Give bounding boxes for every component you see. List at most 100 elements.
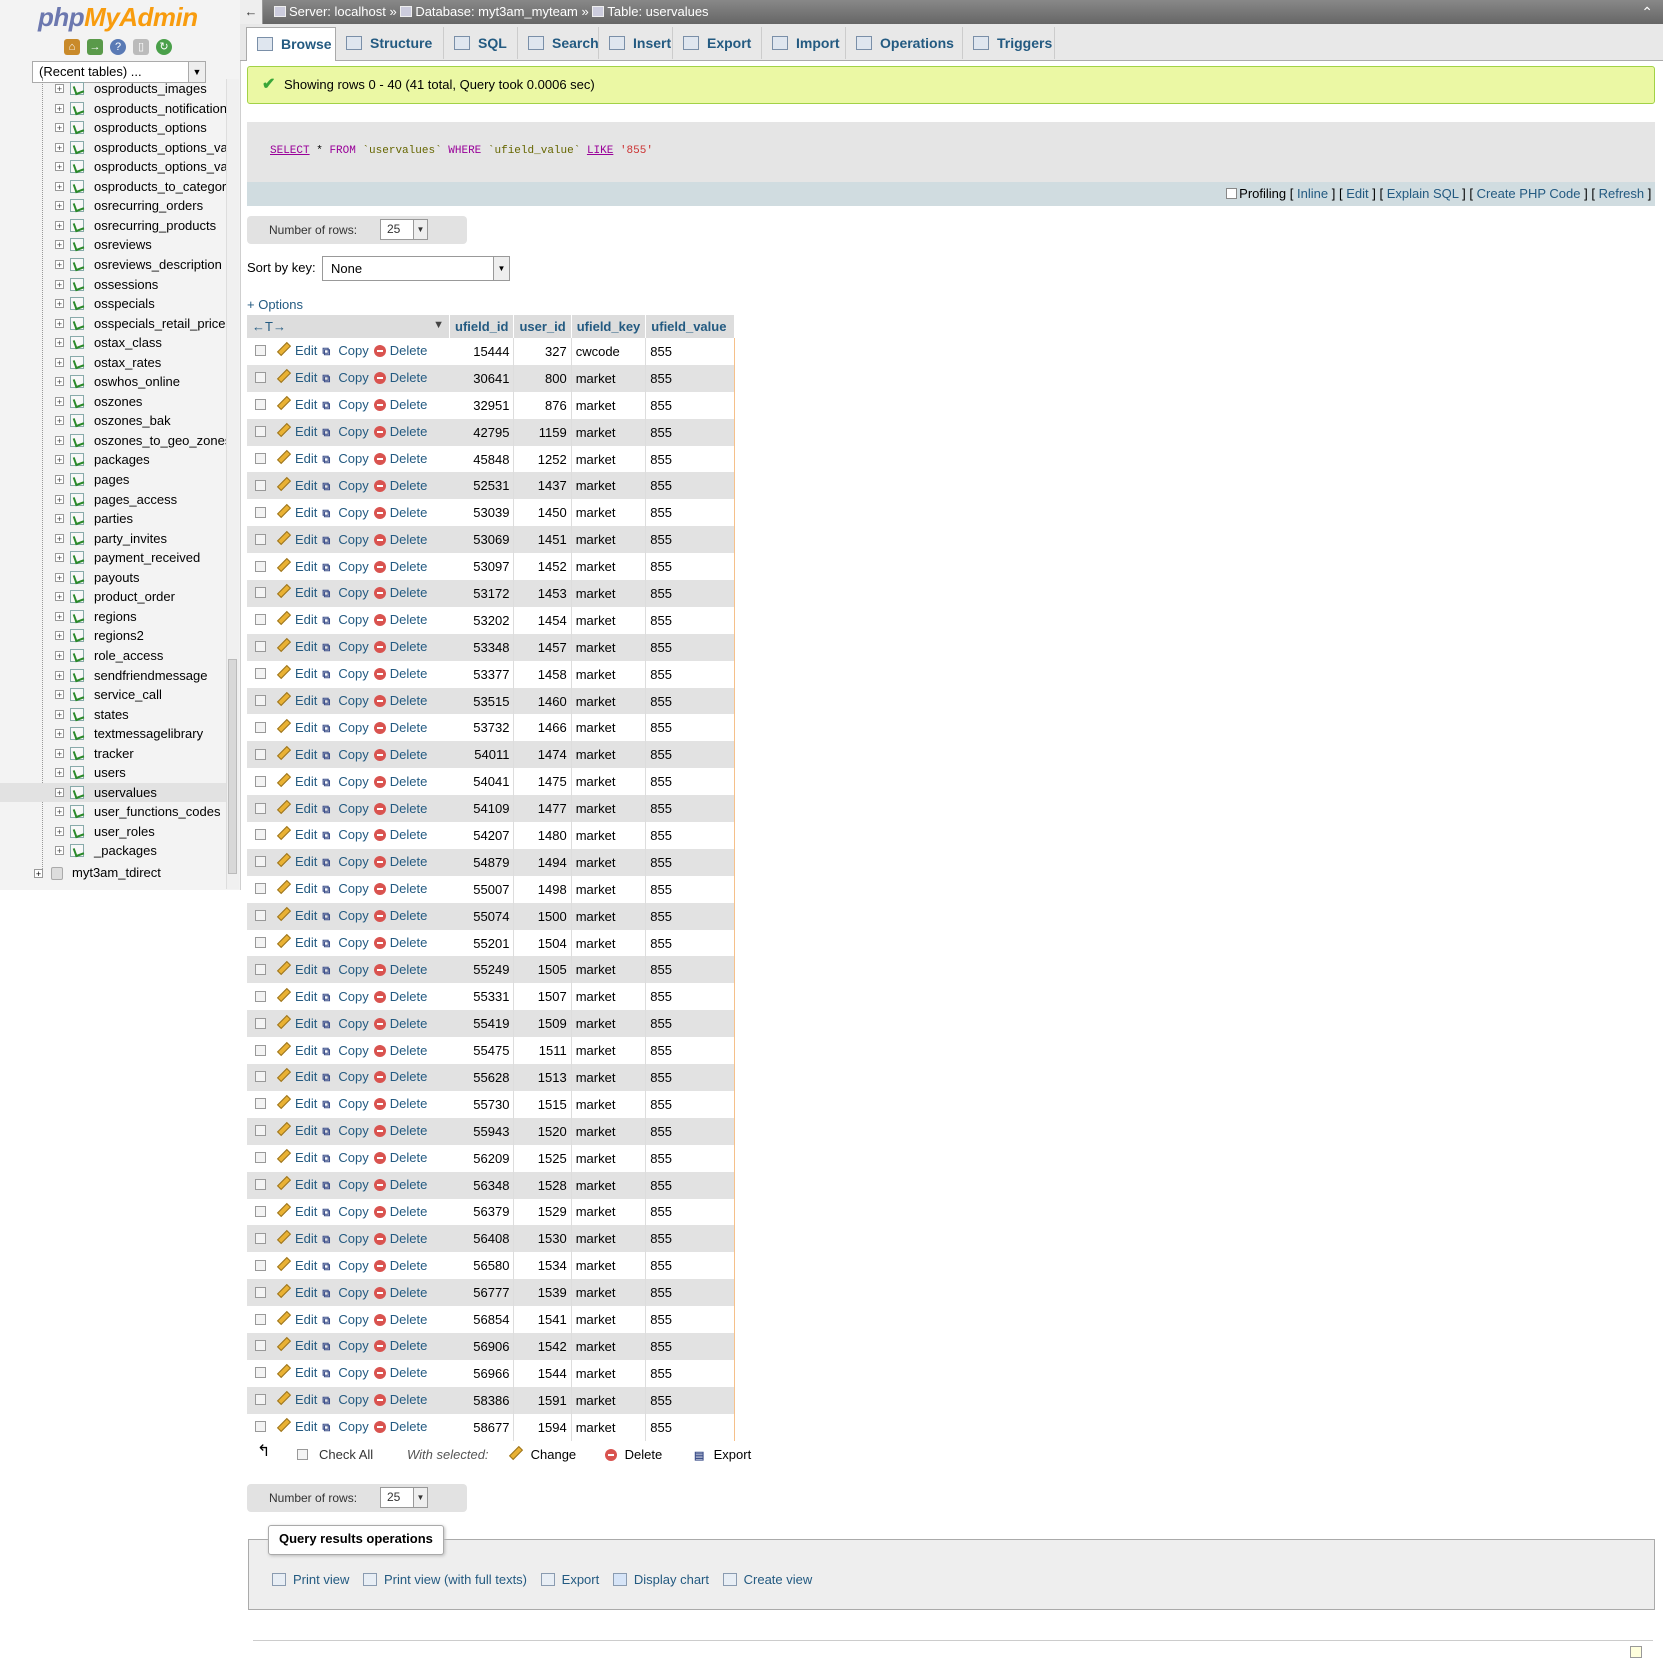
- copy-button[interactable]: ⧉ Copy: [322, 1150, 368, 1165]
- delete-button[interactable]: Delete: [373, 1177, 427, 1192]
- cell-ufield-value[interactable]: 855: [645, 902, 736, 930]
- edit-button[interactable]: Edit: [276, 1149, 317, 1165]
- logout-icon[interactable]: →: [87, 39, 103, 55]
- copy-button[interactable]: ⧉ Copy: [322, 1231, 368, 1246]
- edit-button[interactable]: Edit: [276, 880, 317, 896]
- edit-button[interactable]: Edit: [276, 665, 317, 681]
- cell-user-id[interactable]: 1507: [513, 983, 572, 1011]
- console-icon[interactable]: [1630, 1646, 1642, 1658]
- delete-button[interactable]: Delete: [373, 908, 427, 923]
- cell-ufield-key[interactable]: market: [571, 1225, 647, 1253]
- copy-button[interactable]: ⧉ Copy: [322, 532, 368, 547]
- copy-button[interactable]: ⧉ Copy: [322, 935, 368, 950]
- cell-user-id[interactable]: 876: [513, 391, 572, 419]
- copy-button[interactable]: ⧉ Copy: [322, 1069, 368, 1084]
- delete-button[interactable]: Delete: [373, 343, 427, 358]
- cell-ufield-id[interactable]: 42795: [449, 418, 515, 446]
- copy-button[interactable]: ⧉ Copy: [322, 693, 368, 708]
- cell-ufield-id[interactable]: 53097: [449, 553, 515, 581]
- tab-operations[interactable]: Operations: [846, 27, 963, 59]
- cell-user-id[interactable]: 1534: [513, 1252, 572, 1280]
- copy-button[interactable]: ⧉ Copy: [322, 1285, 368, 1300]
- edit-button[interactable]: Edit: [276, 1256, 317, 1273]
- copy-button[interactable]: ⧉ Copy: [322, 774, 368, 789]
- expand-icon[interactable]: +: [55, 650, 64, 660]
- delete-button[interactable]: Delete: [373, 1392, 427, 1407]
- cell-ufield-key[interactable]: market: [571, 526, 647, 554]
- cell-ufield-value[interactable]: 855: [645, 1010, 736, 1038]
- edit-button[interactable]: Edit: [276, 772, 317, 789]
- cell-ufield-id[interactable]: 55249: [449, 956, 515, 984]
- cell-ufield-key[interactable]: market: [571, 1198, 647, 1226]
- copy-button[interactable]: ⧉ Copy: [322, 1096, 368, 1111]
- tree-table-item[interactable]: + osspecials: [0, 294, 226, 314]
- copy-button[interactable]: ⧉ Copy: [322, 585, 368, 600]
- number-of-rows-select-bottom[interactable]: 25 ▼: [380, 1487, 428, 1508]
- cell-ufield-id[interactable]: 55331: [449, 983, 515, 1011]
- tree-table-item[interactable]: + oszones_to_geo_zones: [0, 431, 226, 451]
- copy-button[interactable]: ⧉ Copy: [322, 827, 368, 842]
- delete-button[interactable]: Delete: [373, 989, 427, 1004]
- explain-sql-link[interactable]: Explain SQL: [1387, 186, 1459, 201]
- tab-export[interactable]: Export: [673, 27, 762, 59]
- copy-button[interactable]: ⧉ Copy: [322, 370, 368, 385]
- cell-user-id[interactable]: 1466: [513, 714, 572, 742]
- edit-button[interactable]: Edit: [276, 584, 317, 600]
- expand-icon[interactable]: +: [55, 103, 64, 113]
- cell-ufield-id[interactable]: 56906: [449, 1332, 515, 1360]
- delete-button[interactable]: Delete: [373, 747, 427, 762]
- bulk-delete-button[interactable]: Delete: [605, 1445, 662, 1465]
- copy-button[interactable]: ⧉ Copy: [322, 424, 368, 439]
- cell-ufield-id[interactable]: 54041: [449, 768, 515, 796]
- cell-ufield-key[interactable]: market: [571, 1306, 647, 1333]
- breadcrumb-table[interactable]: Table: uservalues: [607, 4, 708, 19]
- cell-ufield-value[interactable]: 855: [645, 660, 736, 688]
- row-checkbox[interactable]: [255, 883, 266, 895]
- cell-ufield-key[interactable]: market: [571, 606, 647, 634]
- cell-ufield-value[interactable]: 855: [645, 606, 736, 634]
- expand-icon[interactable]: +: [55, 299, 64, 309]
- row-checkbox[interactable]: [255, 1367, 266, 1379]
- cell-ufield-value[interactable]: 855: [645, 445, 736, 473]
- cell-ufield-value[interactable]: 855: [645, 956, 736, 984]
- tree-table-item[interactable]: + regions: [0, 607, 226, 627]
- print-view-link[interactable]: Print view: [272, 1572, 349, 1587]
- delete-button[interactable]: Delete: [373, 1204, 427, 1219]
- tree-table-item[interactable]: + osproducts_images: [0, 79, 226, 99]
- delete-button[interactable]: Delete: [373, 720, 427, 735]
- row-checkbox[interactable]: [255, 748, 266, 760]
- cell-ufield-value[interactable]: 855: [645, 929, 736, 957]
- cell-ufield-value[interactable]: 855: [645, 875, 736, 903]
- cell-ufield-id[interactable]: 54011: [449, 741, 515, 769]
- expand-icon[interactable]: +: [55, 435, 64, 445]
- expand-icon[interactable]: +: [55, 768, 64, 778]
- expand-icon[interactable]: +: [55, 709, 64, 719]
- cell-ufield-key[interactable]: market: [571, 1010, 647, 1038]
- expand-icon[interactable]: +: [55, 846, 64, 856]
- delete-button[interactable]: Delete: [373, 1096, 427, 1111]
- cell-ufield-id[interactable]: 53377: [449, 660, 515, 688]
- cell-ufield-value[interactable]: 855: [645, 1386, 736, 1414]
- cell-ufield-value[interactable]: 855: [645, 1252, 736, 1280]
- tree-table-item[interactable]: + _packages: [0, 841, 226, 861]
- edit-button[interactable]: Edit: [276, 933, 317, 950]
- cell-ufield-key[interactable]: cwcode: [571, 338, 647, 365]
- expand-icon[interactable]: +: [55, 84, 64, 94]
- edit-button[interactable]: Edit: [276, 1095, 317, 1111]
- cell-ufield-id[interactable]: 54879: [449, 848, 515, 876]
- expand-icon[interactable]: +: [55, 494, 64, 504]
- cell-user-id[interactable]: 1530: [513, 1225, 572, 1253]
- help-icon[interactable]: ?: [110, 39, 126, 55]
- copy-button[interactable]: ⧉ Copy: [322, 908, 368, 923]
- cell-ufield-id[interactable]: 53348: [449, 633, 515, 661]
- cell-ufield-key[interactable]: market: [571, 741, 647, 769]
- row-checkbox[interactable]: [255, 453, 266, 464]
- expand-icon[interactable]: +: [55, 533, 64, 543]
- cell-ufield-key[interactable]: market: [571, 687, 647, 715]
- edit-button[interactable]: Edit: [276, 638, 317, 654]
- cell-user-id[interactable]: 1452: [513, 553, 572, 581]
- cell-ufield-id[interactable]: 55943: [449, 1117, 515, 1145]
- row-checkbox[interactable]: [255, 775, 266, 787]
- options-link[interactable]: + Options: [247, 297, 303, 312]
- collapse-topbar-icon[interactable]: ⌃: [1641, 0, 1653, 24]
